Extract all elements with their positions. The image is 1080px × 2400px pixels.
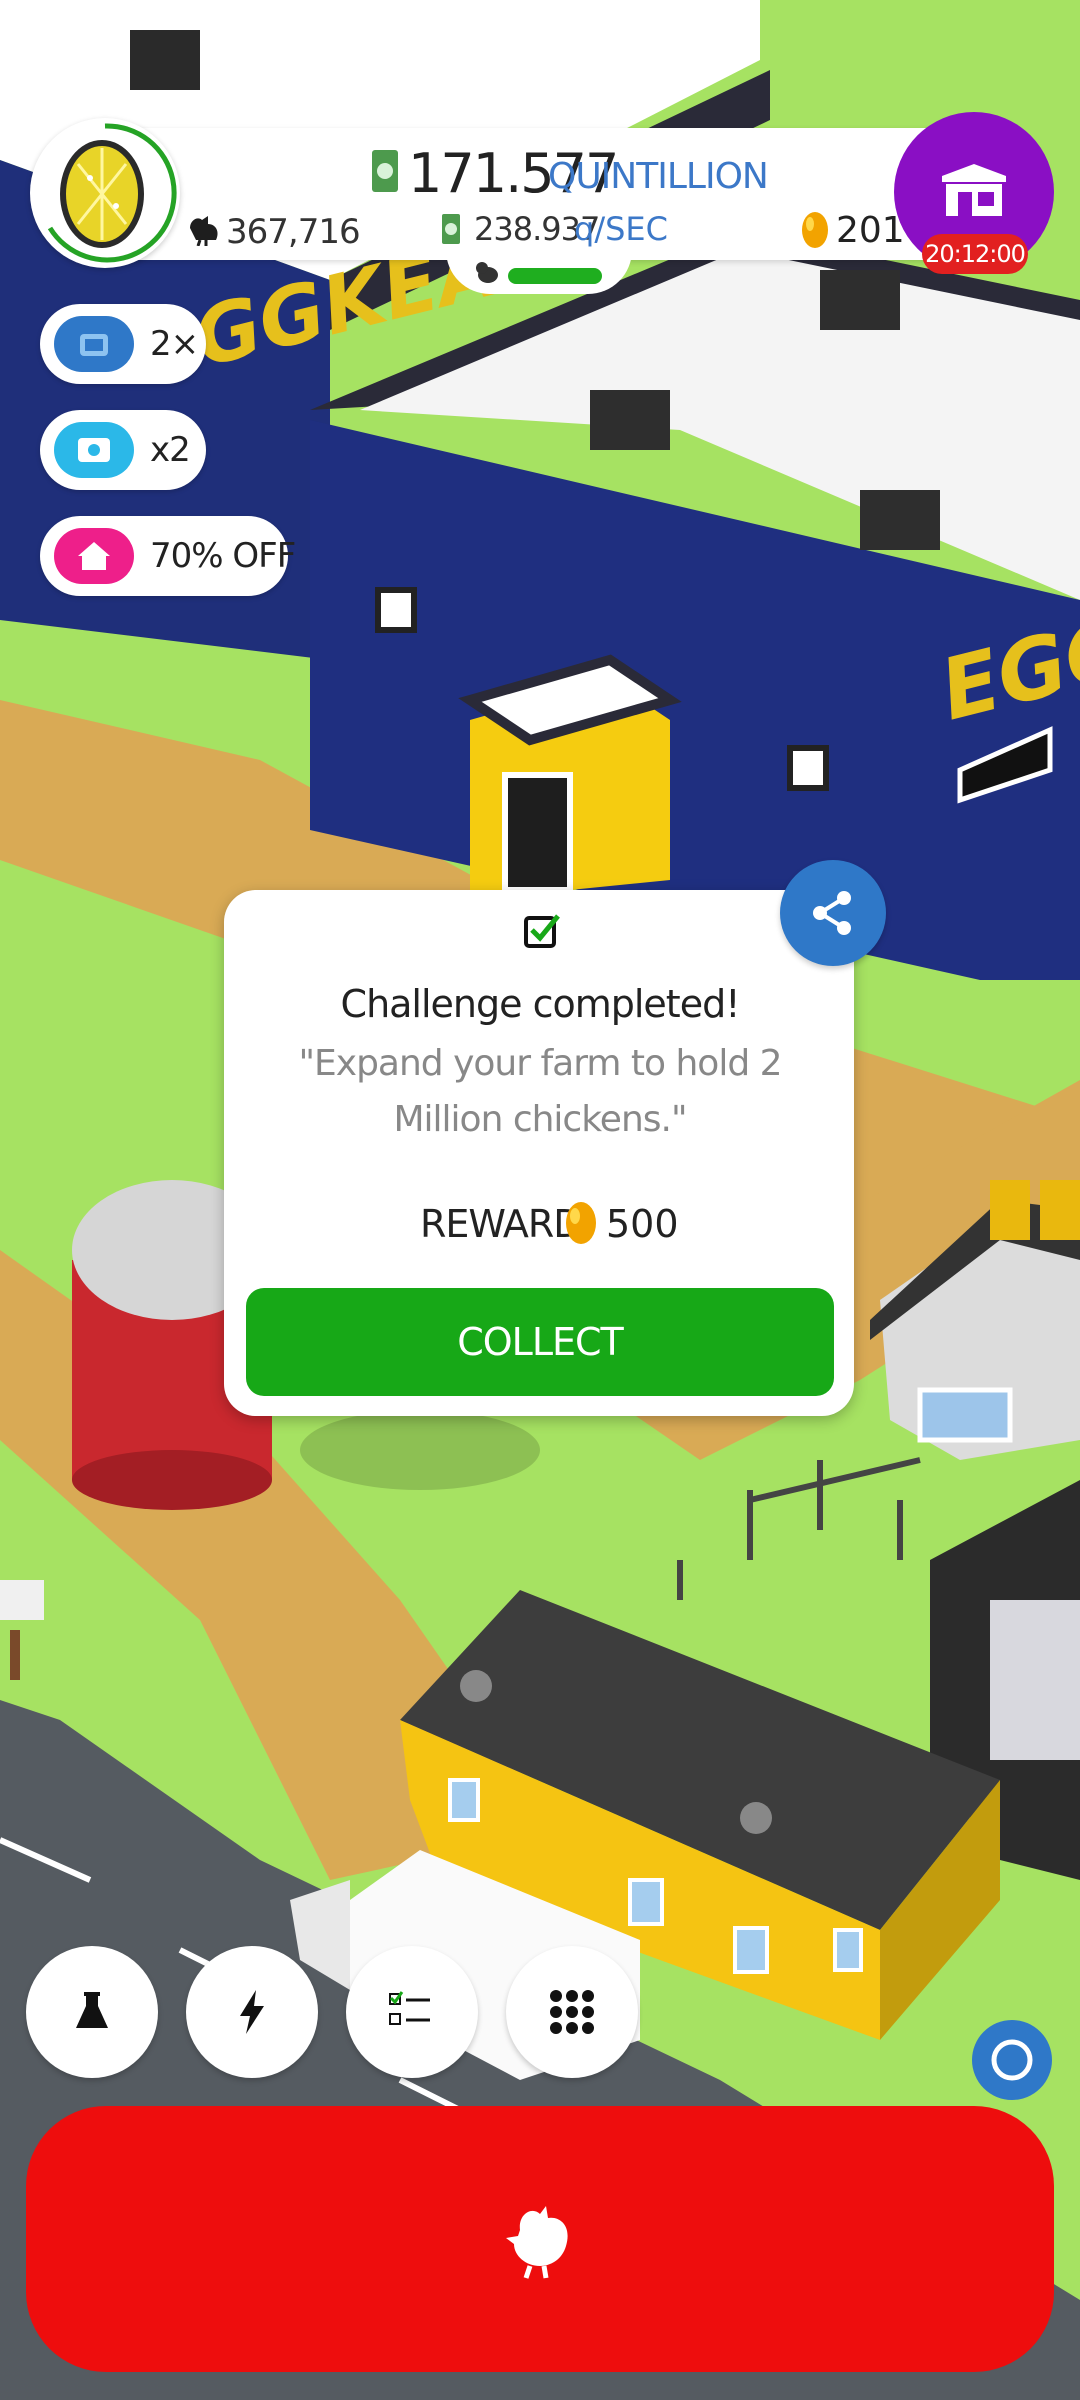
menu-button[interactable] [506,1946,638,2078]
boost-money-label: x2 [150,430,191,470]
boost-ad-pill[interactable]: 2× [40,304,206,384]
flask-icon [76,1992,108,2028]
boosts-button[interactable] [186,1946,318,2078]
golden-egg-icon [802,212,828,248]
sale-pill[interactable]: 70% OFF [40,516,296,596]
hatch-chicken-button[interactable] [26,2106,1054,2372]
money-unit: QUINTILLION [548,156,769,197]
chicken-count: 367,716 [226,212,361,252]
missions-button[interactable] [346,1946,478,2078]
cash-icon [372,150,398,192]
home-sale-icon [54,528,134,584]
money-boost-icon [54,422,134,478]
research-button[interactable] [26,1946,158,2078]
boost-money-pill[interactable]: x2 [40,410,206,490]
earning-rate-unit: q/SEC [574,210,668,248]
chicken-icon [506,2206,568,2279]
chick-icon [476,262,498,283]
chicken-icon [190,216,218,246]
golden-egg-reward-icon [566,1202,596,1244]
egg-upgrade-badge[interactable] [30,118,180,268]
collect-button[interactable]: COLLECT [246,1288,834,1396]
shop-timer: 20:12:00 [922,234,1028,274]
assistant-button[interactable] [972,2020,1052,2100]
shop-icon [942,164,1006,216]
cash-rate-icon [442,214,460,244]
reward-value: 500 [606,1202,679,1246]
sale-label: 70% OFF [150,536,296,576]
dialog-title: Challenge completed! [340,982,741,1026]
lightning-icon [240,1990,264,2034]
tv-ad-icon [54,316,134,372]
hatch-progress-bar [508,268,602,284]
dialog-description: "Expand your farm to hold 2 Million chic… [298,1043,782,1140]
share-button[interactable] [780,860,886,966]
checkbox-icon [524,914,560,948]
share-icon [813,891,851,935]
grid-icon [550,1990,594,2034]
checklist-icon [389,1991,430,2025]
golden-egg-count: 201 [836,210,905,251]
boost-ad-label: 2× [150,324,199,364]
circle-icon [991,2039,1033,2081]
